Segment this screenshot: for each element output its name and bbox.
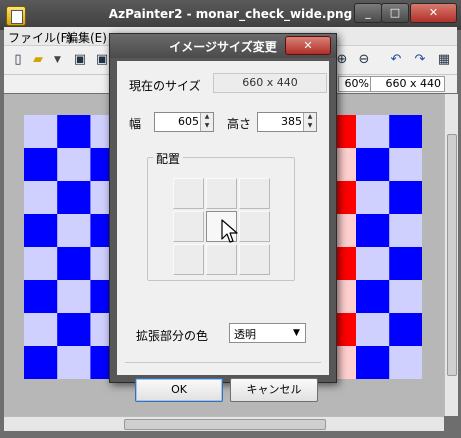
dialog-titlebar[interactable]: イメージサイズ変更 ✕: [110, 34, 336, 58]
zoom-out-icon[interactable]: ⊖: [356, 52, 372, 68]
chevron-down-icon[interactable]: ▼: [54, 55, 61, 65]
checker-cell: [24, 181, 58, 215]
dialog-close-button[interactable]: ✕: [285, 36, 331, 55]
checker-cell: [24, 313, 58, 347]
checker-cell: [356, 148, 390, 182]
checker-cell: [24, 247, 58, 281]
more-tools-icon[interactable]: ▦: [436, 52, 452, 68]
placement-middle-left[interactable]: [173, 211, 204, 242]
checker-cell: [356, 313, 390, 347]
placement-bottom-center[interactable]: [206, 244, 237, 275]
checker-cell: [57, 148, 91, 182]
close-button[interactable]: ✕: [410, 3, 457, 23]
height-increment-button[interactable]: ▲: [305, 113, 315, 121]
redo-icon[interactable]: ↷: [412, 52, 428, 68]
height-label: 高さ: [227, 117, 252, 131]
current-size-value: 660 x 440: [213, 73, 327, 93]
dialog-divider: [125, 362, 321, 363]
save-icon[interactable]: ▣: [72, 52, 88, 68]
zoom-readout: 60%: [338, 76, 373, 92]
checker-cell: [389, 181, 422, 215]
checker-cell: [356, 181, 390, 215]
main-titlebar: AzPainter2 - monar_check_wide.png _ □ ✕: [0, 0, 461, 30]
vertical-scroll-thumb[interactable]: [447, 134, 457, 376]
placement-bottom-left[interactable]: [173, 244, 204, 275]
placement-top-center[interactable]: [206, 178, 237, 209]
checker-cell: [389, 115, 422, 149]
extension-color-select[interactable]: 透明 ▼: [229, 323, 306, 343]
dialog-body: 現在のサイズ 660 x 440 幅 605 ▲ ▼ 高さ 385 ▲ ▼ 配置: [117, 61, 329, 402]
width-spinner[interactable]: 605 ▲ ▼: [154, 112, 214, 132]
menu-file[interactable]: ファイル(F): [8, 29, 72, 46]
extension-color-value: 透明: [234, 328, 256, 341]
menu-edit[interactable]: 編集(E): [66, 29, 107, 46]
width-label: 幅: [129, 117, 142, 131]
undo-icon[interactable]: ↶: [388, 52, 404, 68]
ok-button[interactable]: OK: [135, 378, 223, 402]
placement-top-right[interactable]: [239, 178, 270, 209]
height-spinner[interactable]: 385 ▲ ▼: [257, 112, 317, 132]
horizontal-scroll-thumb[interactable]: [124, 419, 326, 430]
checker-cell: [356, 214, 390, 248]
checker-cell: [389, 346, 422, 379]
checker-cell: [24, 115, 58, 149]
height-value[interactable]: 385: [281, 115, 302, 128]
chevron-down-icon[interactable]: ▼: [289, 325, 304, 341]
checker-cell: [356, 115, 390, 149]
checker-cell: [389, 313, 422, 347]
placement-label: 配置: [153, 150, 184, 167]
checker-cell: [57, 214, 91, 248]
checker-cell: [57, 346, 91, 379]
height-decrement-button[interactable]: ▼: [305, 122, 315, 130]
width-value[interactable]: 605: [178, 115, 199, 128]
checker-cell: [57, 247, 91, 281]
checker-cell: [356, 247, 390, 281]
current-size-label: 現在のサイズ: [129, 79, 201, 93]
mouse-cursor-icon: [221, 219, 238, 243]
resize-image-dialog: イメージサイズ変更 ✕ 現在のサイズ 660 x 440 幅 605 ▲ ▼ 高…: [109, 33, 337, 402]
minimize-button[interactable]: _: [354, 3, 382, 23]
placement-bottom-right[interactable]: [239, 244, 270, 275]
checker-cell: [24, 214, 58, 248]
checker-cell: [24, 148, 58, 182]
checker-cell: [389, 280, 422, 314]
image-size-readout: 660 x 440: [370, 76, 445, 92]
checker-cell: [389, 148, 422, 182]
checker-cell: [57, 115, 91, 149]
checker-cell: [356, 280, 390, 314]
new-file-icon[interactable]: ▯: [10, 52, 26, 68]
horizontal-scrollbar[interactable]: [4, 416, 444, 431]
checker-cell: [57, 313, 91, 347]
placement-top-left[interactable]: [173, 178, 204, 209]
checker-cell: [57, 181, 91, 215]
vertical-scrollbar[interactable]: [444, 94, 458, 416]
extension-color-label: 拡張部分の色: [136, 329, 209, 343]
width-decrement-button[interactable]: ▼: [202, 122, 212, 130]
checker-cell: [57, 280, 91, 314]
checker-cell: [389, 247, 422, 281]
checker-cell: [24, 280, 58, 314]
open-folder-icon[interactable]: ▰: [30, 52, 46, 68]
cancel-button[interactable]: キャンセル: [230, 378, 318, 402]
checker-cell: [356, 346, 390, 379]
checker-cell: [24, 346, 58, 379]
placement-middle-right[interactable]: [239, 211, 270, 242]
width-increment-button[interactable]: ▲: [202, 113, 212, 121]
maximize-button[interactable]: □: [381, 3, 409, 23]
checker-cell: [389, 214, 422, 248]
save-as-icon[interactable]: ▣: [94, 52, 110, 68]
